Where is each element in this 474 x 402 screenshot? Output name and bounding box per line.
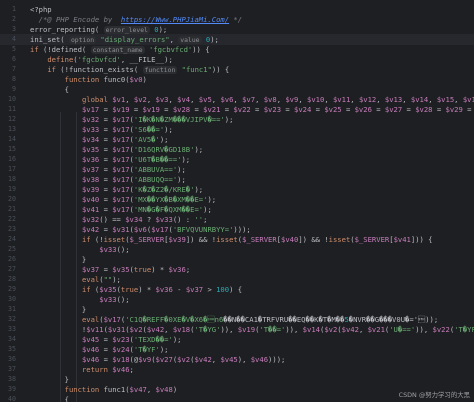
code-editor[interactable]: 1 <?php 2 /*@ PHP Encode by https://Www.PH…	[0, 0, 474, 402]
line-code: {	[30, 395, 69, 402]
watermark: CSDN @努力学习的大黑	[398, 391, 470, 399]
line-number: 40	[8, 395, 16, 402]
